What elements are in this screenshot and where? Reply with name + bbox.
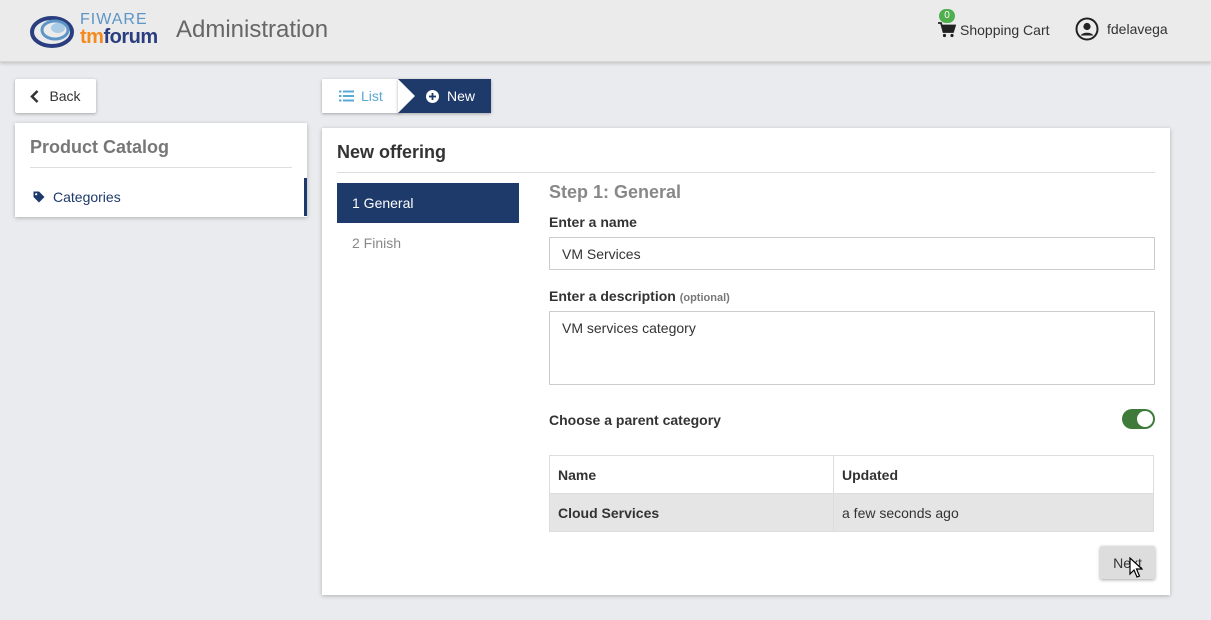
parent-category-toggle[interactable] bbox=[1122, 409, 1155, 429]
logo-tmforum-text: tmforum bbox=[80, 26, 158, 49]
shopping-cart-label: Shopping Cart bbox=[960, 22, 1050, 38]
logo-tm-text: tm bbox=[80, 26, 104, 48]
row-updated-cell: a few seconds ago bbox=[833, 493, 1154, 532]
mouse-pointer-icon bbox=[1129, 557, 1143, 578]
sidebar-item-label: Categories bbox=[53, 189, 121, 205]
shopping-cart-link[interactable]: Shopping Cart bbox=[938, 20, 1050, 40]
product-catalog-title: Product Catalog bbox=[30, 137, 170, 157]
step-heading: Step 1: General bbox=[549, 182, 682, 202]
back-button[interactable]: Back bbox=[15, 79, 96, 113]
user-avatar-icon bbox=[1075, 17, 1099, 41]
parent-category-label: Choose a parent category bbox=[549, 412, 721, 428]
description-textarea[interactable]: VM services category bbox=[549, 311, 1155, 385]
divider bbox=[337, 172, 1155, 173]
description-label-text: Enter a description bbox=[549, 288, 676, 304]
description-label: Enter a description (optional) bbox=[549, 288, 730, 304]
new-offering-panel: New offering 1 General 2 Finish Step 1: … bbox=[322, 128, 1170, 595]
sidebar-item-categories[interactable]: Categories bbox=[15, 178, 307, 216]
tab-new-label: New bbox=[447, 88, 476, 104]
step-finish[interactable]: 2 Finish bbox=[337, 223, 519, 263]
chevron-left-icon bbox=[30, 89, 39, 103]
top-header: FIWARE tmforum Administration Shopping C… bbox=[0, 0, 1211, 62]
divider bbox=[30, 167, 292, 168]
logo-swirl-icon bbox=[30, 16, 74, 48]
table-header-row: Name Updated bbox=[549, 455, 1154, 494]
next-button[interactable]: Next bbox=[1100, 546, 1155, 579]
tab-list-label: List bbox=[361, 88, 383, 104]
user-menu[interactable]: fdelavega bbox=[1075, 17, 1168, 41]
cart-count-badge: 0 bbox=[939, 9, 955, 23]
list-icon bbox=[339, 90, 354, 102]
column-header-updated[interactable]: Updated bbox=[833, 455, 1154, 494]
tab-list[interactable]: List bbox=[322, 79, 400, 113]
name-label: Enter a name bbox=[549, 214, 637, 230]
optional-hint: (optional) bbox=[679, 292, 730, 304]
fiware-tmforum-logo[interactable]: FIWARE tmforum bbox=[30, 10, 170, 52]
toggle-knob bbox=[1137, 411, 1153, 427]
username-label: fdelavega bbox=[1107, 21, 1168, 37]
column-header-name[interactable]: Name bbox=[549, 455, 834, 494]
table-row[interactable]: Cloud Services a few seconds ago bbox=[549, 493, 1154, 532]
step-general[interactable]: 1 General bbox=[337, 183, 519, 223]
back-button-label: Back bbox=[49, 88, 81, 104]
name-input[interactable] bbox=[549, 237, 1155, 270]
product-catalog-panel: Product Catalog Categories bbox=[15, 123, 307, 217]
shopping-cart-icon bbox=[938, 22, 956, 38]
plus-circle-icon bbox=[426, 89, 439, 103]
logo-forum-text: forum bbox=[103, 26, 158, 48]
row-name-cell: Cloud Services bbox=[549, 493, 834, 532]
parent-category-table: Name Updated Cloud Services a few second… bbox=[549, 455, 1154, 532]
app-title: Administration bbox=[176, 16, 329, 43]
tab-arrow-separator bbox=[398, 79, 415, 113]
page-title: New offering bbox=[337, 142, 447, 162]
tag-icon bbox=[33, 191, 45, 203]
